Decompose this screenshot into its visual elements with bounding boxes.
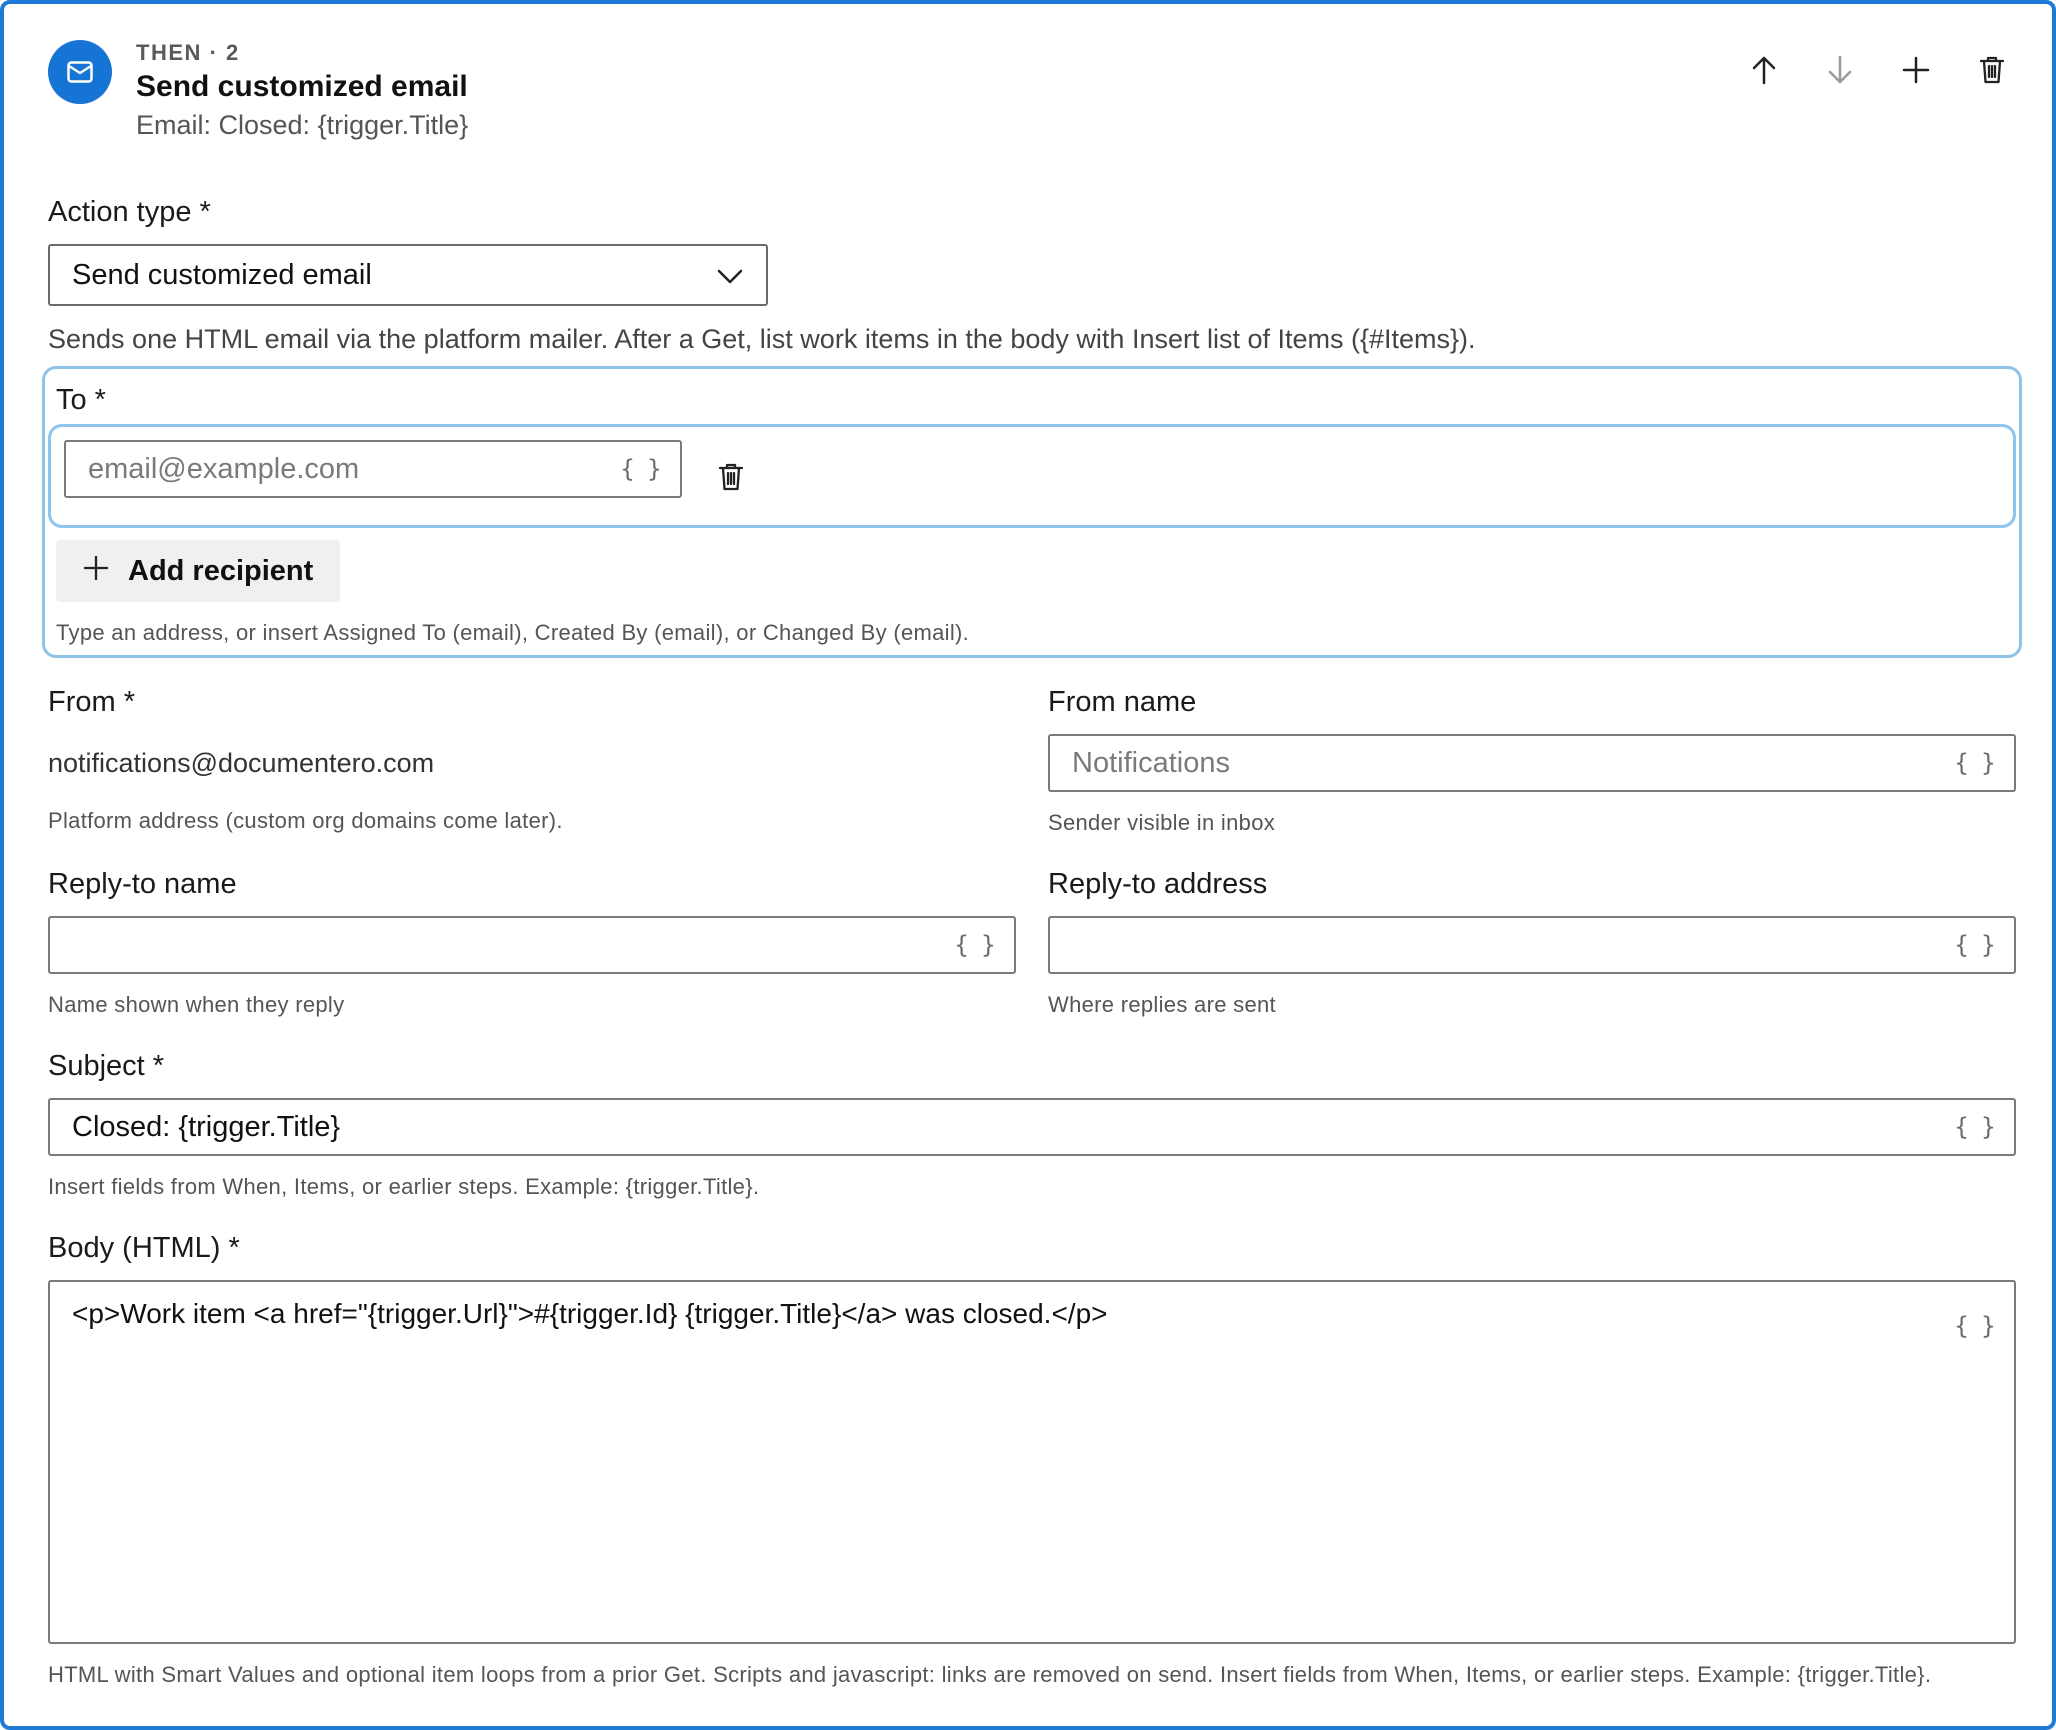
to-label: To * xyxy=(56,384,106,416)
recipient-email-placeholder: email@example.com xyxy=(88,452,360,485)
reply-to-name-input[interactable]: { } xyxy=(48,916,1016,974)
step-subtitle: Email: Closed: {trigger.Title} xyxy=(136,110,469,140)
from-label: From * xyxy=(48,686,135,718)
plus-icon xyxy=(83,555,109,588)
reply-to-address-label: Reply-to address xyxy=(1048,868,1268,900)
action-step-card: THEN · 2 Send customized email Email: Cl… xyxy=(0,0,2056,1730)
insert-smart-value-icon[interactable]: { } xyxy=(954,931,998,959)
insert-smart-value-icon[interactable]: { } xyxy=(1954,749,1998,777)
add-icon[interactable] xyxy=(1900,54,1932,86)
move-up-icon[interactable] xyxy=(1748,54,1780,86)
action-type-select[interactable]: Send customized email xyxy=(48,244,768,306)
recipient-email-input[interactable]: email@example.com { } xyxy=(64,440,682,498)
from-value: notifications@documentero.com xyxy=(48,748,435,778)
chevron-down-icon xyxy=(716,262,744,298)
insert-smart-value-icon[interactable]: { } xyxy=(620,455,664,483)
to-help: Type an address, or insert Assigned To (… xyxy=(56,620,970,645)
subject-input[interactable]: Closed: {trigger.Title} { } xyxy=(48,1098,2016,1156)
from-help: Platform address (custom org domains com… xyxy=(48,808,563,833)
body-html-textarea[interactable]: <p>Work item <a href="{trigger.Url}">#{t… xyxy=(48,1280,2016,1644)
move-down-icon[interactable] xyxy=(1824,54,1856,86)
remove-recipient-icon[interactable] xyxy=(718,462,746,492)
reply-to-name-help: Name shown when they reply xyxy=(48,992,345,1017)
action-type-description: Sends one HTML email via the platform ma… xyxy=(48,324,1476,354)
subject-value: Closed: {trigger.Title} xyxy=(72,1110,341,1143)
body-label: Body (HTML) * xyxy=(48,1232,240,1264)
reply-to-address-help: Where replies are sent xyxy=(1048,992,1276,1017)
step-eyebrow: THEN · 2 xyxy=(136,40,240,65)
add-recipient-label: Add recipient xyxy=(128,554,314,587)
from-name-placeholder: Notifications xyxy=(1072,746,1230,779)
reply-to-name-label: Reply-to name xyxy=(48,868,237,900)
subject-label: Subject * xyxy=(48,1050,165,1082)
body-html-value: <p>Work item <a href="{trigger.Url}">#{t… xyxy=(72,1298,1108,1329)
insert-smart-value-icon[interactable]: { } xyxy=(1954,931,1998,959)
mail-icon xyxy=(48,40,112,104)
action-type-label: Action type * xyxy=(48,196,211,228)
from-name-help: Sender visible in inbox xyxy=(1048,810,1276,835)
from-name-label: From name xyxy=(1048,686,1197,718)
trash-icon[interactable] xyxy=(1976,54,2008,86)
reply-to-address-input[interactable]: { } xyxy=(1048,916,2016,974)
action-type-value: Send customized email xyxy=(72,258,372,291)
from-name-input[interactable]: Notifications { } xyxy=(1048,734,2016,792)
insert-smart-value-icon[interactable]: { } xyxy=(1954,1113,1998,1141)
body-help: HTML with Smart Values and optional item… xyxy=(48,1662,1932,1687)
step-title: Send customized email xyxy=(136,70,468,103)
insert-smart-value-icon[interactable]: { } xyxy=(1954,1312,1998,1340)
add-recipient-button[interactable]: Add recipient xyxy=(56,540,340,602)
step-actions xyxy=(1748,54,2008,86)
subject-help: Insert fields from When, Items, or earli… xyxy=(48,1174,760,1199)
